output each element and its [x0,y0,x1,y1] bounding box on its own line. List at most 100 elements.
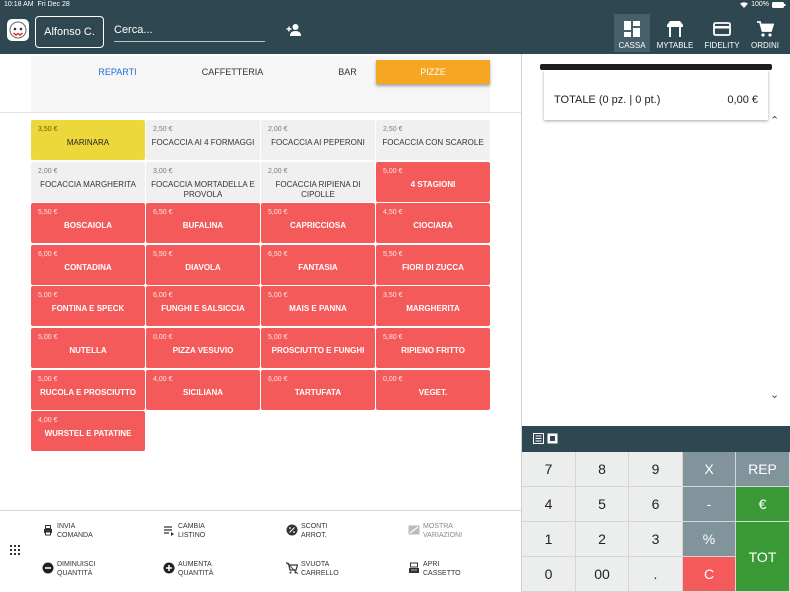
product-tile-focaccia-con-scarole[interactable]: 2,50 € FOCACCIA CON SCAROLE [376,120,490,160]
product-tile-prosciutto-e-funghi[interactable]: 5,00 € PROSCIUTTO E FUNGHI [261,328,375,368]
key-rep[interactable]: REP [736,452,790,487]
action-apri-cassetto-button[interactable]: APRI CASSETTO [408,556,513,582]
product-tile-ciociara[interactable]: 4,50 € CIOCIARA [376,203,490,244]
product-price: 3,00 € [153,167,173,175]
action-sconti-arrot-button[interactable]: SCONTI ARROT. [286,518,391,544]
key-8[interactable]: 8 [576,452,629,487]
product-tile-mais-e-panna[interactable]: 5,00 € MAIS E PANNA [261,286,375,327]
key-4[interactable]: 4 [522,487,576,522]
product-tile-margherita[interactable]: 3,50 € MARGHERITA [376,286,490,327]
dashboard-icon [624,21,640,37]
product-tile-marinara[interactable]: 3,50 € MARINARA [31,120,145,160]
product-tile-tartufata[interactable]: 6,00 € TARTUFATA [261,369,375,410]
product-price: 5,00 € [38,375,58,383]
category-tab-pizze[interactable]: PIZZE [376,60,490,84]
key-0[interactable]: 0 [522,557,576,592]
product-price: 2,00 € [38,167,58,175]
key-2[interactable]: 2 [576,522,629,557]
product-name: DIAVOLA [185,262,221,272]
key-decimal[interactable]: . [629,557,683,592]
product-tile-focaccia-ai-4-formaggi[interactable]: 2,50 € FOCACCIA AI 4 FORMAGGI [146,120,260,160]
product-name: MARINARA [66,138,110,147]
product-tile-focaccia-ai-peperoni[interactable]: 2,00 € FOCACCIA AI PEPERONI [261,120,375,160]
app-logo[interactable] [7,19,29,41]
product-tile-nutella[interactable]: 5,00 € NUTELLA [31,328,145,368]
action-label-line1: CAMBIA [178,523,205,530]
product-tile-siciliana[interactable]: 4,00 € SICILIANA [146,369,260,410]
product-price: 6,00 € [268,375,288,383]
product-tile-fiori-di-zucca[interactable]: 5,50 € FIORI DI ZUCCA [376,244,490,285]
search-input[interactable] [114,18,265,42]
key-percent[interactable]: % [683,522,736,557]
product-tile-wurstel-e-patatine[interactable]: 4,00 € WURSTEL E PATATINE [31,411,145,452]
product-tile-diavola[interactable]: 5,50 € DIAVOLA [146,244,260,285]
action-label: SVUOTA CARRELLO [301,560,339,578]
product-tile-ripieno-fritto[interactable]: 5,80 € RIPIENO FRITTO [376,328,490,368]
nav-mytable-button[interactable]: MYTABLE [654,14,696,52]
product-price: 5,00 € [268,292,288,300]
add-user-icon[interactable] [286,22,302,38]
key-1[interactable]: 1 [522,522,576,557]
product-tile-funghi-e-salsiccia[interactable]: 6,00 € FUNGHI E SALSICCIA [146,286,260,327]
nav-cassa-button[interactable]: CASSA [614,14,650,52]
numeric-keypad: 7 8 9 X REP 4 5 6- €1 2 3% TOT 0 00. C [522,452,790,592]
product-price: 6,50 € [153,209,173,217]
nav-ordini-button[interactable]: ORDINI [748,14,782,52]
action-svuota-carrello-button[interactable]: SVUOTA CARRELLO [286,556,391,582]
action-invia-comanda-button[interactable]: INVIA COMANDA [42,518,147,544]
key-double-zero[interactable]: 00 [576,557,629,592]
nav-fidelity-button[interactable]: FIDELITY [703,14,741,52]
key-3[interactable]: 3 [629,522,683,557]
product-tile-focaccia-mortadella-e-provola[interactable]: 3,00 € FOCACCIA MORTADELLA E PROVOLA [146,161,260,202]
key-5[interactable]: 5 [576,487,629,522]
product-name: CONTADINA [64,262,112,272]
product-tile-focaccia-ripiena-di-cipolle[interactable]: 2,00 € FOCACCIA RIPIENA DI CIPOLLE [261,161,375,202]
product-tile-contadina[interactable]: 6,00 € CONTADINA [31,244,145,285]
key-6[interactable]: 6 [629,487,683,522]
keypad-mode-icons[interactable] [533,433,559,445]
receipt-panel: TOTALE (0 pz. | 0 pt.) 0,00 € [544,70,768,120]
product-tile-fontina-e-speck[interactable]: 5,00 € FONTINA E SPECK [31,286,145,327]
product-price: 6,00 € [153,292,173,300]
product-tile-rucola-e-prosciutto[interactable]: 5,00 € RUCOLA E PROSCIUTTO [31,369,145,410]
product-name: CAPRICCIOSA [289,221,346,231]
product-name: MARGHERITA [406,304,460,314]
status-bar: 10:18 AM Fri Dec 28 100% [0,0,790,10]
product-tile-4-stagioni[interactable]: 5,00 € 4 STAGIONI [376,161,490,202]
key-clear[interactable]: C [683,557,736,592]
key-7[interactable]: 7 [522,452,576,487]
status-time: 10:18 AM [4,1,34,8]
chevron-up-icon[interactable]: ⌃ [770,114,779,127]
product-price: 0,00 € [383,375,403,383]
action-label-line2: LISTINO [178,532,206,539]
product-tile-veget[interactable]: 0,00 € VEGET. [376,369,490,410]
product-price: 5,50 € [383,250,403,258]
key-9[interactable]: 9 [629,452,683,487]
product-tile-boscaiola[interactable]: 5,50 € BOSCAIOLA [31,203,145,244]
key-multiply[interactable]: X [683,452,736,487]
key-euro[interactable]: € [736,487,790,522]
action-diminuisci-quantita-button[interactable]: DIMINUISCI QUANTITÀ [42,556,147,582]
product-price: 5,00 € [268,209,288,217]
action-label: DIMINUISCI QUANTITÀ [57,560,96,578]
category-tab-reparti[interactable]: REPARTI [61,60,174,84]
chevron-down-icon[interactable]: ⌄ [770,388,779,401]
action-aumenta-quantita-button[interactable]: AUMENTA QUANTITÀ [163,556,268,582]
product-tile-bufalina[interactable]: 6,50 € BUFALINA [146,203,260,244]
product-tile-pizza-vesuvio[interactable]: 0,00 € PIZZA VESUVIO [146,328,260,368]
chef-logo-icon [9,21,27,39]
plus-circle-icon [163,562,175,574]
action-cambia-listino-button[interactable]: CAMBIA LISTINO [163,518,268,544]
key-total[interactable]: TOT [736,522,790,592]
product-tile-focaccia-margherita[interactable]: 2,00 € FOCACCIA MARGHERITA [31,161,145,202]
product-tile-capricciosa[interactable]: 5,00 € CAPRICCIOSA [261,203,375,244]
list-icon [164,526,174,536]
key-minus[interactable]: - [683,487,736,522]
operator-button[interactable]: Alfonso C. [35,16,104,48]
category-tab-caffetteria[interactable]: CAFFETTERIA [176,60,289,84]
action-label-line2: QUANTITÀ [178,570,214,577]
apps-grid-icon[interactable] [10,542,20,555]
action-label: SCONTI ARROT. [301,522,327,540]
product-tile-fantasia[interactable]: 6,50 € FANTASIA [261,244,375,285]
action-mostra-variazioni-button[interactable]: MOSTRA VARIAZIONI [408,518,513,544]
